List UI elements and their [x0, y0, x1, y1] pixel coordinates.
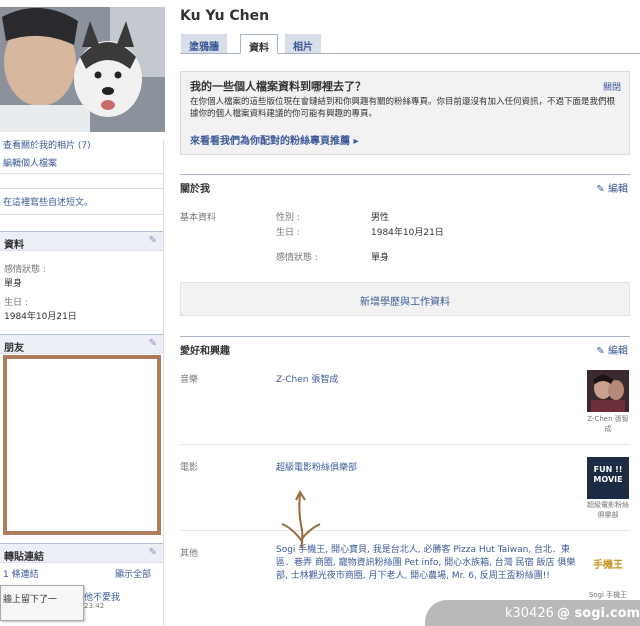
friends-box-title: 朋友	[4, 343, 24, 354]
friends-box-header: 朋友 ✎	[0, 334, 163, 354]
write-bio-prompt[interactable]: 在這裡寫些自述短文。	[3, 195, 93, 208]
notice-title: 我的一些個人檔案資料到哪裡去了？	[190, 80, 366, 93]
other-label: 其他	[180, 549, 199, 559]
pencil-icon: ✎	[596, 184, 605, 195]
birthday-value: 1984年10月21日	[371, 228, 444, 238]
divider	[180, 530, 630, 531]
movies-thumbnail[interactable]: FUN !! MOVIE	[587, 457, 629, 499]
fan-page-recommendations-link[interactable]: 來看看我們為你配對的粉絲專頁推薦 ▸	[190, 132, 359, 147]
about-section-title: 關於我	[180, 184, 210, 195]
view-photos-of-me-link[interactable]: 查看關於我的相片 (7)	[3, 138, 91, 151]
add-education-work-label: 新增學歷與工作資料	[360, 297, 450, 308]
interests-section-title: 愛好和興趣	[180, 346, 230, 357]
links-box-header: 轉貼連結 ✎	[0, 543, 163, 563]
basic-info-label: 基本資料	[180, 213, 217, 223]
movies-label: 電影	[180, 463, 199, 473]
gender-value: 男性	[371, 213, 390, 223]
profile-name: Ku Yu Chen	[180, 8, 270, 24]
interests-section-header: 愛好和興趣 ✎ 編輯	[180, 336, 630, 358]
tab-wall[interactable]: 塗鴉牆	[181, 34, 227, 54]
watermark: k30426 @ sogi.com.tw	[425, 600, 640, 626]
music-thumbnail-image	[587, 370, 629, 412]
edit-about-label: 編輯	[608, 184, 628, 195]
divider	[0, 214, 163, 215]
relationship-value: 單身	[371, 253, 390, 263]
pencil-icon: ✎	[596, 346, 605, 357]
edit-pencil-icon[interactable]: ✎	[149, 338, 157, 349]
info-box-title: 資料	[4, 240, 24, 251]
music-label: 音樂	[180, 375, 199, 385]
other-thumbnail-caption: Sogi 手機王	[588, 591, 628, 599]
add-education-work-button[interactable]: 新增學歷與工作資料	[180, 282, 630, 316]
left-column-border	[163, 140, 164, 626]
gender-label: 性別 :	[276, 213, 300, 223]
birthday-label: 生日 :	[4, 298, 28, 308]
divider	[0, 188, 163, 189]
edit-interests-link[interactable]: ✎ 編輯	[596, 342, 628, 357]
movies-value[interactable]: 超級電影粉絲俱樂部	[276, 460, 357, 473]
left-column: 查看關於我的相片 (7) 編輯個人檔案 在這裡寫些自述短文。 資料 ✎ 感情狀態…	[0, 0, 165, 626]
about-section-header: 關於我 ✎ 編輯	[180, 174, 630, 196]
profile-photo-image	[0, 7, 165, 132]
wall-post-tooltip: 牆上留下了一	[0, 585, 84, 621]
edit-pencil-icon[interactable]: ✎	[149, 235, 157, 246]
edit-about-link[interactable]: ✎ 編輯	[596, 180, 628, 195]
divider	[180, 444, 630, 445]
edit-profile-link[interactable]: 編輯個人檔案	[3, 156, 57, 169]
show-all-links[interactable]: 顯示全部	[115, 567, 151, 580]
edit-interests-label: 編輯	[608, 346, 628, 357]
watermark-id: k30426	[505, 606, 554, 621]
tab-info[interactable]: 資料	[240, 34, 278, 54]
music-thumbnail-caption: Z-Chen 張智成	[587, 415, 629, 433]
tooltip-text: 牆上留下了一	[3, 595, 58, 605]
hand-drawn-arrow-icon	[281, 490, 321, 549]
other-thumbnail-logo: 手機王	[593, 560, 623, 571]
notice-body: 在你個人檔案的這些版位現在會鏈結到和你興趣有關的粉絲專頁。你目前還沒有加入任何資…	[190, 97, 616, 119]
links-box-title: 轉貼連結	[4, 552, 44, 563]
link-item-time: 23:42	[84, 602, 105, 610]
divider	[0, 173, 163, 174]
movies-thumbnail-text: FUN !! MOVIE	[593, 465, 623, 484]
birthday-label: 生日 :	[276, 228, 300, 238]
tab-photos[interactable]: 相片	[285, 34, 321, 54]
other-thumbnail[interactable]: 手機王	[587, 546, 629, 588]
notice-close-link[interactable]: 關閉	[603, 80, 621, 93]
links-count-link[interactable]: 1 條連結	[3, 567, 39, 580]
friends-box-frame	[3, 355, 161, 535]
watermark-site: @ sogi.com.tw	[557, 606, 640, 621]
relationship-label: 感情狀態 :	[4, 265, 46, 275]
profile-notice-box: 我的一些個人檔案資料到哪裡去了？ 關閉 在你個人檔案的這些版位現在會鏈結到和你興…	[180, 71, 630, 155]
music-value[interactable]: Z-Chen 張智成	[276, 372, 338, 385]
movies-thumbnail-caption: 超級電影粉絲俱樂部	[587, 501, 629, 519]
birthday-value: 1984年10月21日	[4, 312, 77, 322]
profile-photo[interactable]	[0, 7, 165, 132]
edit-pencil-icon[interactable]: ✎	[149, 547, 157, 558]
music-thumbnail[interactable]	[587, 370, 629, 412]
relationship-label: 感情狀態 :	[276, 253, 318, 263]
info-box-header: 資料 ✎	[0, 231, 163, 251]
relationship-value: 單身	[4, 279, 23, 289]
